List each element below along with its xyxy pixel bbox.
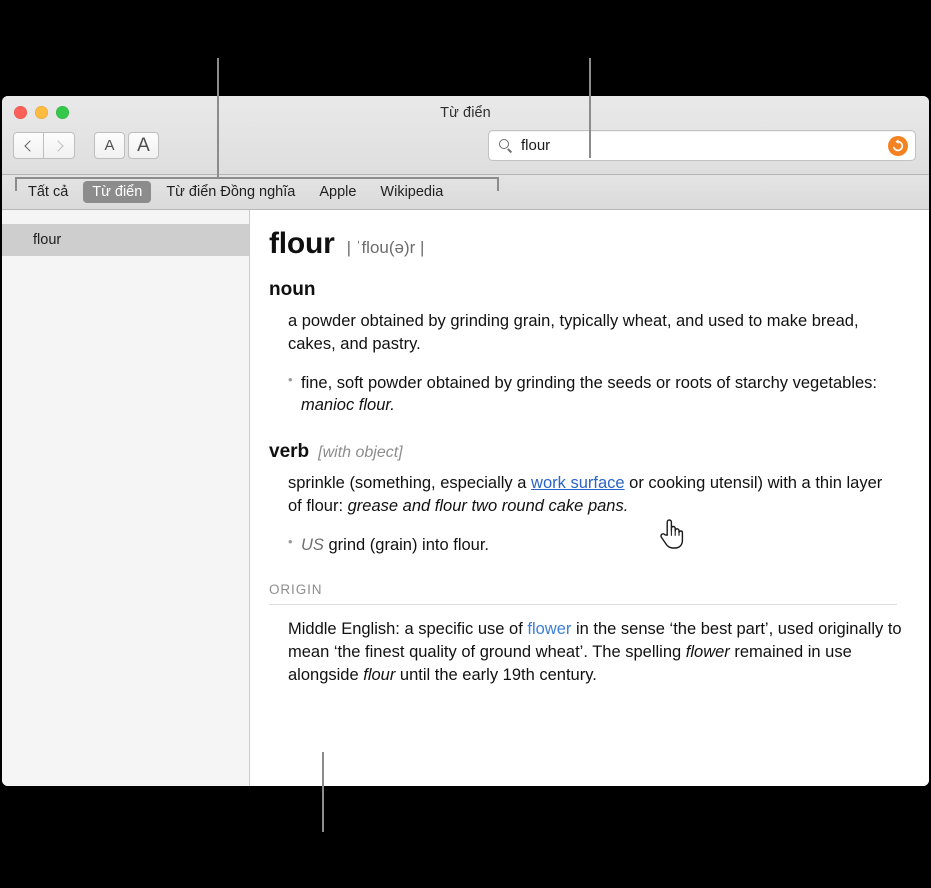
part-of-speech-noun: noun (269, 279, 316, 300)
chevron-left-icon (24, 139, 36, 152)
forward-button[interactable] (44, 132, 75, 159)
pronunciation: | ˈflou(ə)r | (346, 238, 425, 257)
revert-arrow-icon[interactable] (888, 135, 908, 156)
chevron-right-icon (51, 139, 64, 152)
dictionary-window: Từ điển A A flour Tất cả Từ điển Từ điển… (2, 96, 929, 786)
window-toolbar: Từ điển A A flour (2, 96, 929, 175)
origin-italic-flower: flower (685, 643, 730, 662)
verb-subsense-1-text: grind (grain) into flour. (323, 535, 490, 554)
sidebar-item-label: flour (33, 232, 62, 248)
search-input-value[interactable]: flour (521, 137, 888, 154)
definition-pane: flour | ˈflou(ə)r | noun a powder obtain… (250, 210, 929, 786)
headword-row: flour | ˈflou(ə)r | (269, 227, 913, 261)
font-size-button-group: A A (94, 132, 159, 159)
letter-a-small-icon: A (104, 137, 115, 154)
noun-sense-1-text: a powder obtained by grinding grain, typ… (288, 312, 859, 353)
origin-part-d: until the early 19th century. (395, 665, 597, 684)
search-icon (499, 139, 512, 153)
letter-a-large-icon: A (137, 135, 150, 156)
cross-reference-work-surface-link[interactable]: work surface (531, 474, 625, 492)
sidebar-item-flour[interactable]: flour (2, 224, 249, 256)
origin-italic-flour: flour (363, 665, 396, 684)
origin-text: Middle English: a specific use of flower… (288, 618, 904, 686)
back-button[interactable] (13, 132, 44, 159)
origin-heading: ORIGIN (269, 582, 323, 598)
origin-part-a: Middle English: a specific use of (288, 620, 528, 639)
verb-subsense-1-region: US (301, 535, 324, 554)
headword: flour (269, 227, 335, 260)
navigation-button-group (13, 132, 75, 159)
noun-subsense-1-text: fine, soft powder obtained by grinding t… (301, 373, 878, 392)
window-title: Từ điển (440, 105, 491, 121)
window-body: flour flour | ˈflou(ə)r | noun a powder … (2, 210, 929, 786)
noun-subsense-1: fine, soft powder obtained by grinding t… (288, 371, 897, 418)
verb-sense-1: sprinkle (something, especially a work s… (288, 472, 896, 518)
callout-line-searchfield (589, 58, 591, 158)
part-of-speech-noun-row: noun (269, 279, 913, 301)
search-field[interactable]: flour (488, 130, 916, 161)
noun-subsense-1-example: manioc flour. (301, 396, 395, 415)
verb-sense-1-part-a: sprinkle (something, especially a (288, 474, 532, 493)
callout-line-content-bottom (322, 752, 324, 832)
cross-reference-flower-link[interactable]: flower (527, 620, 571, 638)
increase-font-size-button[interactable]: A (128, 132, 159, 159)
part-of-speech-verb: verb (269, 441, 310, 463)
part-of-speech-verb-row: verb [with object] (269, 441, 913, 463)
callout-line-toolbar-top (217, 58, 219, 178)
results-sidebar: flour (2, 210, 250, 786)
verb-sense-1-example: grease and flour two round cake pans. (347, 496, 629, 515)
noun-sense-1: a powder obtained by grinding grain, typ… (288, 310, 896, 356)
verb-grammar-note: [with object] (318, 444, 403, 462)
origin-divider (269, 604, 897, 606)
callout-bracket-tabbar (15, 177, 499, 191)
decrease-font-size-button[interactable]: A (94, 132, 125, 159)
verb-subsense-1: US grind (grain) into flour. (288, 533, 897, 557)
